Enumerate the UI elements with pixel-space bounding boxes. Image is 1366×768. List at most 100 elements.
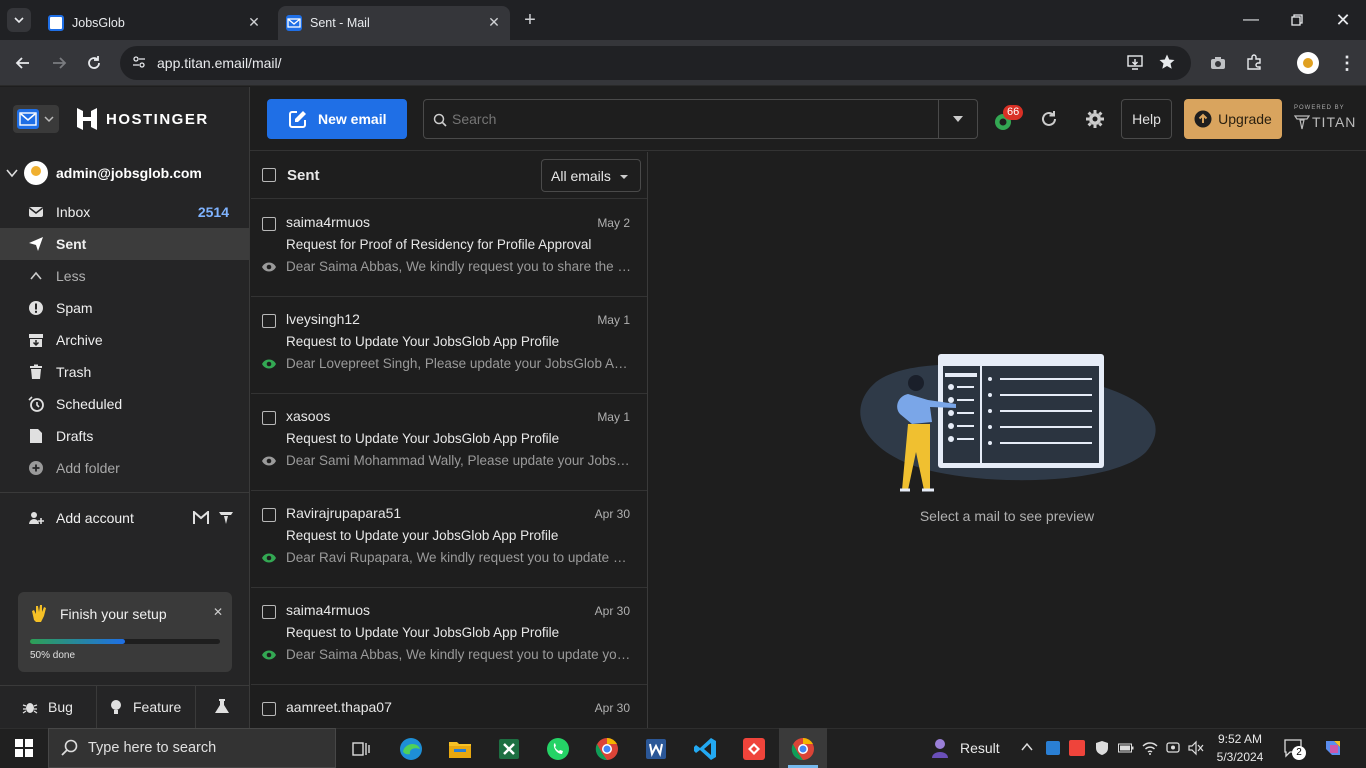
caret-down-icon <box>953 116 963 122</box>
task-view-icon[interactable] <box>348 736 374 762</box>
chrome-active-task[interactable] <box>779 728 827 768</box>
camera-privacy-icon[interactable] <box>1165 740 1181 756</box>
result-app-icon[interactable] <box>930 737 950 759</box>
anydesk-icon[interactable] <box>741 736 767 762</box>
mail-select-checkbox[interactable] <box>262 605 276 619</box>
camera-icon[interactable] <box>1209 54 1227 72</box>
close-setup-icon[interactable]: ✕ <box>213 605 223 619</box>
gmail-icon[interactable] <box>193 511 209 525</box>
mail-list-item[interactable]: aamreet.thapa07 Apr 30 <box>251 685 647 728</box>
excel-icon[interactable] <box>496 736 522 762</box>
close-tab-icon[interactable]: ✕ <box>246 14 262 30</box>
bookmark-star-icon[interactable] <box>1158 53 1176 71</box>
sidebar-item-scheduled[interactable]: Scheduled <box>0 388 249 420</box>
mail-select-checkbox[interactable] <box>262 702 276 716</box>
sidebar-item-spam[interactable]: Spam <box>0 292 249 324</box>
restore-button[interactable] <box>1287 10 1307 30</box>
tray-expand-icon[interactable] <box>1020 740 1034 754</box>
jobsglob-favicon-icon <box>48 15 64 31</box>
mail-preview: Dear Ravi Rupapara, We kindly request yo… <box>286 550 632 565</box>
minimize-button[interactable]: — <box>1241 10 1261 30</box>
forward-button[interactable] <box>49 53 69 73</box>
install-app-icon[interactable] <box>1126 53 1144 71</box>
preview-pane: Select a mail to see preview <box>648 152 1366 728</box>
windows-start-icon[interactable] <box>15 739 33 757</box>
search-input[interactable] <box>452 108 932 130</box>
bug-icon <box>22 703 38 714</box>
mail-list-item[interactable]: Ravirajrupapara51 Apr 30 Request to Update… <box>251 491 647 588</box>
notification-count-badge: 2 <box>1292 746 1306 760</box>
sidebar-item-sent[interactable]: Sent <box>0 228 249 260</box>
mail-date: Apr 30 <box>594 507 630 521</box>
search-options-button[interactable] <box>950 113 966 125</box>
filter-dropdown[interactable]: All emails <box>541 159 641 192</box>
app-switcher-button[interactable] <box>13 105 59 133</box>
clock-time[interactable]: 9:52 AM <box>1212 732 1268 746</box>
select-all-checkbox[interactable] <box>262 168 276 182</box>
mail-list-item[interactable]: lveysingh12 May 1 Request to Update Your J… <box>251 297 647 394</box>
mail-list-item[interactable]: saima4rmuos May 2 Request for Proof of Res… <box>251 200 647 297</box>
add-folder-icon <box>29 461 43 475</box>
url-text: app.titan.email/mail/ <box>157 55 282 71</box>
taskbar-search[interactable]: Type here to search <box>48 728 336 768</box>
clock-date[interactable]: 5/3/2024 <box>1212 750 1268 764</box>
setup-card[interactable]: Finish your setup ✕ 50% done <box>18 592 232 672</box>
word-icon[interactable] <box>643 736 669 762</box>
chrome-profile-icon[interactable] <box>594 736 620 762</box>
reload-button[interactable] <box>84 53 104 73</box>
tray-app-icon[interactable] <box>1046 741 1060 755</box>
battery-icon[interactable] <box>1118 742 1134 754</box>
site-info-icon[interactable] <box>131 54 147 70</box>
mail-list-item[interactable]: saima4rmuos Apr 30 Request to Update Your … <box>251 588 647 685</box>
tray-anydesk-icon[interactable] <box>1069 740 1085 756</box>
feature-request-button[interactable]: Feature <box>98 686 196 728</box>
close-window-button[interactable]: ✕ <box>1333 10 1353 30</box>
settings-button[interactable] <box>1085 109 1105 129</box>
new-email-button[interactable]: New email <box>267 99 407 139</box>
close-tab-icon[interactable]: ✕ <box>486 14 502 30</box>
sidebar-item-trash[interactable]: Trash <box>0 356 249 388</box>
arrow-left-icon <box>15 57 29 69</box>
edge-icon[interactable] <box>398 736 424 762</box>
empty-preview-text: Select a mail to see preview <box>919 508 1095 524</box>
add-account-button[interactable]: Add account <box>0 502 249 534</box>
tab-search-button[interactable] <box>7 8 31 32</box>
copilot-icon[interactable] <box>1322 737 1344 759</box>
mail-select-checkbox[interactable] <box>262 314 276 328</box>
profile-avatar[interactable] <box>1297 52 1319 74</box>
refresh-button[interactable] <box>1039 109 1059 129</box>
mail-select-checkbox[interactable] <box>262 411 276 425</box>
wifi-icon[interactable] <box>1142 740 1158 756</box>
vscode-icon[interactable] <box>692 736 718 762</box>
sidebar-item-less[interactable]: Less <box>0 260 249 292</box>
sidebar-item-archive[interactable]: Archive <box>0 324 249 356</box>
sidebar-item-add-folder[interactable]: Add folder <box>0 452 249 484</box>
sidebar-item-drafts[interactable]: Drafts <box>0 420 249 452</box>
search-box[interactable] <box>423 99 978 139</box>
browser-menu-icon[interactable]: ⋮ <box>1338 53 1356 73</box>
extensions-icon[interactable] <box>1245 53 1263 71</box>
tab-sent-mail[interactable]: Sent - Mail ✕ <box>278 6 510 40</box>
compose-icon <box>289 111 306 128</box>
reload-icon <box>88 56 100 69</box>
mail-icon <box>19 112 37 126</box>
tab-jobsglob[interactable]: JobsGlob ✕ <box>40 6 270 40</box>
back-button[interactable] <box>13 53 33 73</box>
file-explorer-icon[interactable] <box>447 736 473 762</box>
help-button[interactable]: Help <box>1121 99 1172 139</box>
sidebar-item-inbox[interactable]: Inbox 2514 <box>0 196 249 228</box>
mail-list-item[interactable]: xasoos May 1 Request to Update Your JobsGl… <box>251 394 647 491</box>
upgrade-button[interactable]: Upgrade <box>1184 99 1282 139</box>
bug-report-button[interactable]: Bug <box>0 686 97 728</box>
account-switcher[interactable]: admin@jobsglob.com <box>0 160 249 188</box>
whatsapp-icon[interactable] <box>545 736 571 762</box>
mail-date: May 1 <box>597 313 630 327</box>
volume-muted-icon[interactable] <box>1188 740 1204 756</box>
mail-select-checkbox[interactable] <box>262 217 276 231</box>
mail-select-checkbox[interactable] <box>262 508 276 522</box>
titan-icon[interactable] <box>218 511 234 525</box>
sidebar-item-label: Less <box>56 268 86 284</box>
new-tab-button[interactable]: + <box>520 10 540 30</box>
labs-flask-icon[interactable] <box>214 698 230 714</box>
tray-security-icon[interactable] <box>1094 740 1110 756</box>
